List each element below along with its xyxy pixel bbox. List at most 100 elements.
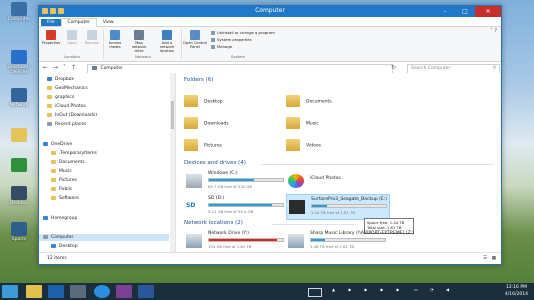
uninstall-program-link[interactable]: Uninstall or change a program [211,30,275,35]
tray-icon[interactable]: ◆ [396,287,399,292]
keyboard-icon[interactable] [308,288,322,297]
nav-item-pictures[interactable]: Pictures [51,177,77,184]
desktop-icon-app[interactable] [2,158,36,173]
drive-y[interactable]: Network Drive (Y:) 155 GB free of 1.81 T… [184,229,286,252]
drive-icloud-photos[interactable]: iCloud Photos [286,169,388,193]
folder-pictures[interactable]: Pictures [184,139,222,151]
nav-item-homegroup[interactable]: Homegroup [43,215,77,222]
network-icon [11,88,27,102]
folder-music[interactable]: Music [286,117,319,129]
file-explorer-icon[interactable] [26,285,42,298]
volume-icon[interactable]: ◀ [446,287,449,292]
tray-icon[interactable]: ◆ [348,287,351,292]
details-view-icon[interactable]: ☰ [483,253,487,264]
desktop-icon-computer[interactable]: Computer [2,2,36,22]
homegroup-icon [43,215,48,220]
folder-icon [47,85,52,90]
open-button[interactable]: Open [62,30,82,45]
close-button[interactable]: ✕ [475,6,501,17]
nav-item-temporaryitems[interactable]: .TemporaryItems [51,150,97,157]
internet-explorer-icon[interactable] [94,285,110,298]
start-button[interactable] [2,285,18,298]
tab-file[interactable]: File [41,19,61,26]
manage-icon [211,45,215,49]
nav-item-desktop[interactable]: Desktop [51,243,78,250]
desktop-icon-bluetooth[interactable]: Bluetooth Devices [2,50,36,75]
desktop-icon-label: Bluetooth Devices [8,65,30,75]
tray-icon[interactable]: ◆ [380,287,383,292]
forward-arrow-icon[interactable]: → [53,64,58,71]
scrollbar-thumb[interactable] [171,101,174,129]
open-icon [67,30,77,40]
map-network-drive-button[interactable]: Map network drive [129,30,149,53]
drive-e[interactable]: SurfacePro3_Seagate_Backup (E:) 1.44 TB … [286,194,390,220]
nav-pane-scrollbar[interactable] [170,73,175,252]
tiles-view-icon[interactable]: ▦ [492,253,496,264]
properties-button[interactable]: Properties [41,30,61,45]
ribbon-tabs: File Computer View [39,17,501,27]
network-section-header[interactable]: Network locations (2) [184,220,243,226]
nav-item-inout[interactable]: InOut (Downloads) [47,112,97,119]
drive-d[interactable]: SD SD (D:) 9.11 GB free of 59.4 GB [184,194,286,218]
nav-item-geomechanics[interactable]: GeoMechanics [47,85,88,92]
sd-card-icon: SD [186,199,202,213]
nav-item-music[interactable]: Music [51,168,72,175]
nav-item-computer[interactable]: Computer [39,234,169,241]
folder-downloads[interactable]: Downloads [184,117,229,129]
open-control-panel-button[interactable]: Open Control Panel [183,30,207,49]
access-media-button[interactable]: Access media [105,30,125,49]
folder-videos[interactable]: Videos [286,139,321,151]
nav-item-documents[interactable]: Documents [51,159,85,166]
rename-button[interactable]: Rename [82,30,102,45]
app-icon[interactable] [70,285,86,298]
back-arrow-icon[interactable]: ← [43,64,48,71]
computer-icon [43,234,48,239]
nav-item-onedrive[interactable]: OneDrive [43,141,72,148]
up-arrow-icon[interactable]: ↑ [71,64,76,71]
drive-usage-bar [311,204,387,208]
tray-icon[interactable]: ◆ [364,287,367,292]
title-bar[interactable]: Computer – □ ✕ [39,6,501,17]
outlook-icon[interactable] [48,285,64,298]
add-network-location-button[interactable]: Add a network location [154,30,180,53]
address-path: Computer [100,66,123,71]
drive-c[interactable]: Windows (C:) 89.7 GB free of 232 GB [184,169,286,193]
system-properties-link[interactable]: System properties [211,37,252,42]
desktop-icon-network[interactable]: Network [2,88,36,108]
nav-item-public[interactable]: Public [51,186,72,193]
battery-icon[interactable]: ▭ [414,287,418,292]
system-properties-icon [211,38,215,42]
drive-z[interactable]: Sharp Music Library (\\AIRPORT-EXTREME) … [286,229,414,252]
nav-item-software[interactable]: Software [51,195,79,202]
tab-computer[interactable]: Computer [60,18,97,27]
desktop-icon-sports[interactable]: Sports [2,222,36,242]
wifi-icon[interactable]: ◔ [430,287,434,292]
clock[interactable]: 12:16 PM 4/16/2014 [505,284,528,298]
folder-documents[interactable]: Documents [286,95,332,107]
nav-item-recent-places[interactable]: Recent places [47,121,86,128]
external-drive-icon [289,200,305,214]
maximize-button[interactable]: □ [455,6,475,17]
rename-icon [87,30,97,40]
window-controls: – □ ✕ [435,6,501,17]
onenote-icon[interactable] [116,285,132,298]
recent-locations-icon[interactable]: ˅ [63,64,66,71]
tray-icon[interactable]: ▲ [332,287,335,292]
desktop-icon-folder[interactable] [2,128,36,143]
nav-item-icloud-photos[interactable]: iCloud Photos [47,103,86,110]
nav-item-dropbox[interactable]: Dropbox [47,76,74,83]
minimize-button[interactable]: – [435,6,455,17]
folder-icon [184,95,198,107]
word-icon[interactable] [138,285,154,298]
refresh-icon[interactable]: ↻ [391,64,396,71]
tab-view[interactable]: View [97,19,120,26]
nav-item-graphics[interactable]: graphics [47,94,74,101]
manage-link[interactable]: Manage [211,44,232,49]
navigation-pane: Dropbox GeoMechanics graphics iCloud Pho… [39,73,176,252]
desktop-icon-desktop[interactable]: Desktop [2,186,36,206]
folders-section-header[interactable]: Folders (6) [184,77,213,83]
ribbon-collapse-icon[interactable]: ˄ ? [490,28,497,34]
devices-section-header[interactable]: Devices and drives (4) [184,160,246,166]
drive-usage-bar [208,178,284,182]
folder-desktop[interactable]: Desktop [184,95,223,107]
